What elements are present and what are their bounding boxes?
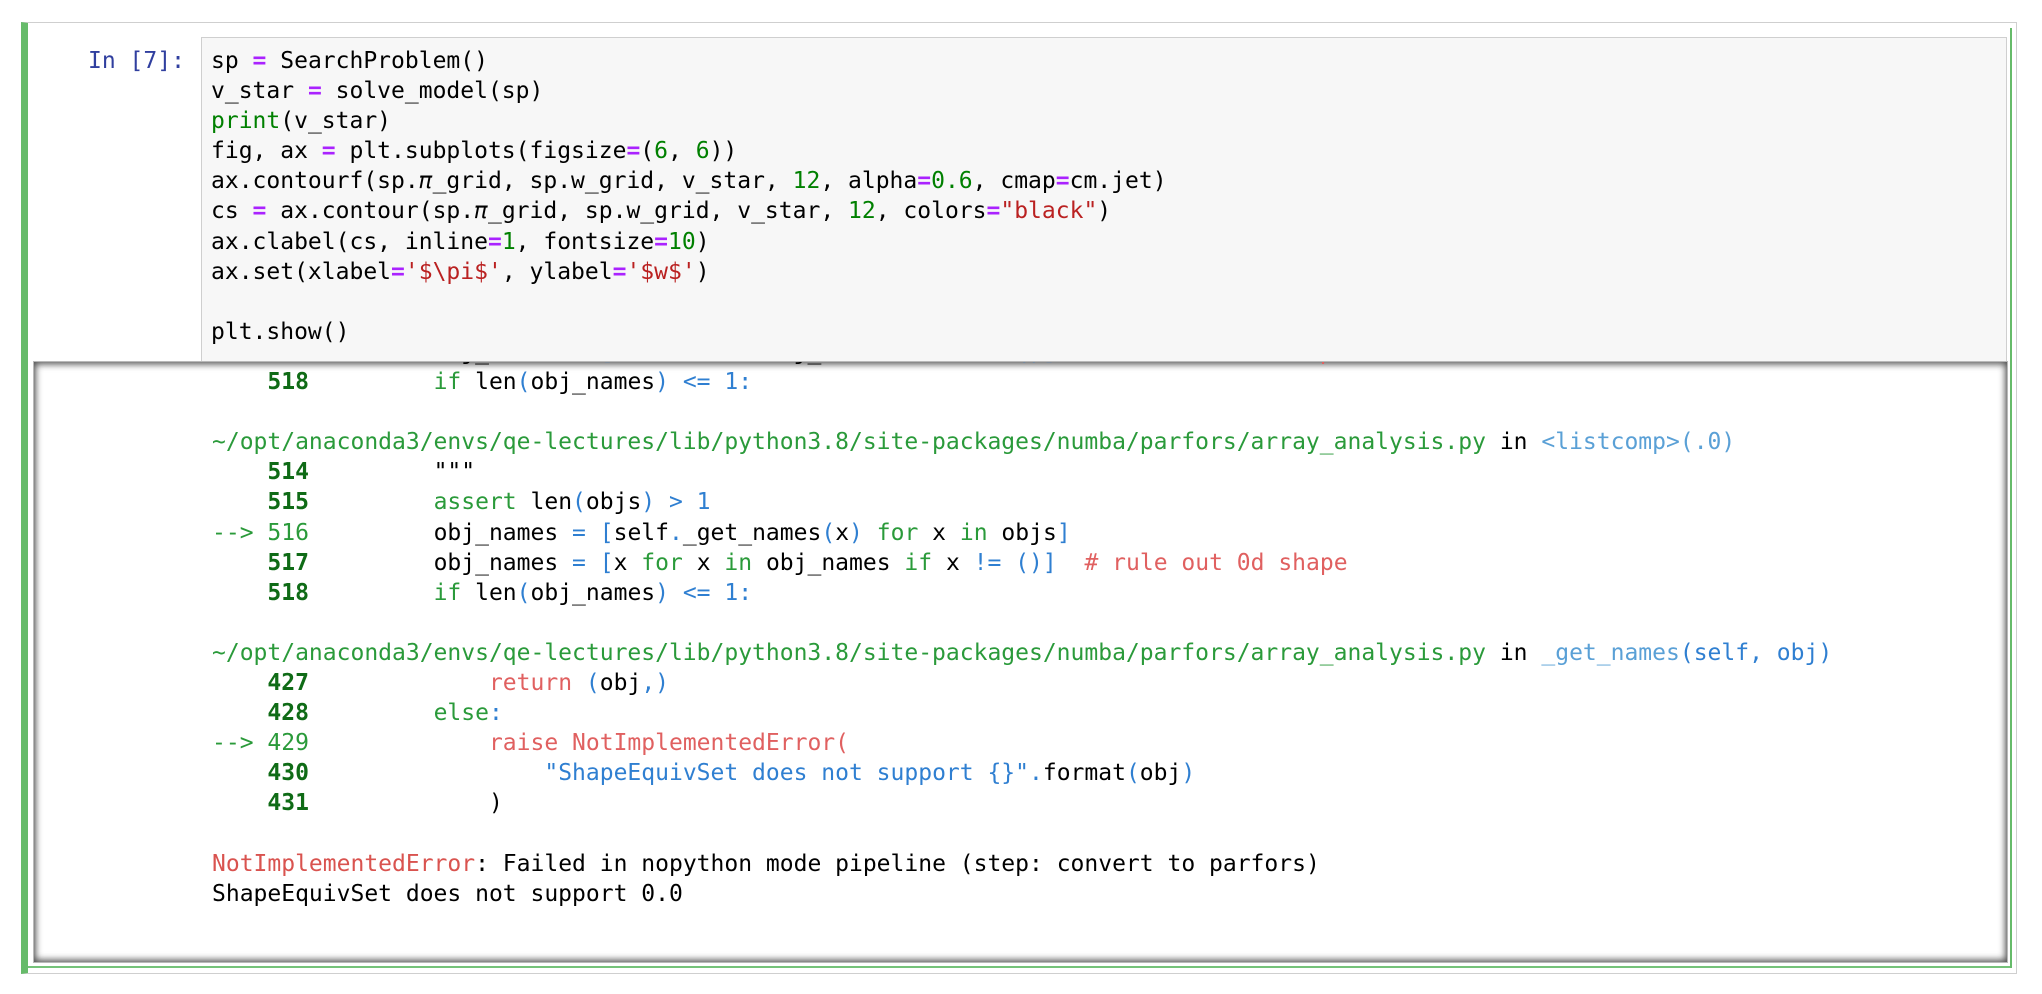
trace-line: 518 if len(obj_names) <= 1: [267, 579, 753, 606]
error-detail: ShapeEquivSet does not support 0.0 [212, 880, 683, 907]
code-line: cs = ax.contour(sp.π_grid, sp.w_grid, v_… [211, 198, 1112, 225]
code-line: ax.clabel(cs, inline=1, fontsize=10) [211, 228, 710, 255]
cell-focus-rule [2010, 28, 2012, 968]
trace-line: 518 if len(obj_names) <= 1: [267, 369, 753, 396]
code-line: ax.contourf(sp.π_grid, sp.w_grid, v_star… [211, 168, 1167, 195]
traceback: 517 obj_names = [x for x in obj_names if… [212, 362, 1833, 909]
file-path-link[interactable]: ~/opt/anaconda3/envs/qe-lectures/lib/pyt… [212, 429, 1486, 455]
code-input[interactable]: sp = SearchProblem() v_star = solve_mode… [211, 46, 1167, 347]
code-line: fig, ax = plt.subplots(figsize=(6, 6)) [211, 138, 738, 165]
file-path-link[interactable]: ~/opt/anaconda3/envs/qe-lectures/lib/pyt… [212, 640, 1486, 666]
trace-line: 431 ) [267, 790, 503, 817]
code-line: ax.set(xlabel='$\pi$', ylabel='$w$') [211, 258, 710, 285]
trace-line: 514 """ [267, 459, 476, 486]
code-line: v_star = solve_model(sp) [211, 78, 544, 105]
code-line: print(v_star) [211, 108, 392, 135]
trace-line: 517 obj_names = [x for x in obj_names if… [267, 549, 1348, 576]
trace-line: 428 else: [267, 700, 503, 727]
trace-line-current: --> 429 raise NotImplementedError( [212, 730, 849, 757]
output-area[interactable]: 517 obj_names = [x for x in obj_names if… [33, 361, 2008, 963]
error-line: NotImplementedError: Failed in nopython … [212, 851, 1320, 877]
trace-line-current: --> 516 obj_names = [self._get_names(x) … [212, 519, 1071, 546]
frame-header: ~/opt/anaconda3/envs/qe-lectures/lib/pyt… [212, 429, 1736, 456]
trace-line: 427 return (obj,) [267, 670, 670, 697]
code-line: plt.show() [211, 318, 350, 345]
code-line: sp = SearchProblem() [211, 48, 488, 74]
error-name: NotImplementedError [212, 850, 476, 877]
trace-line: 517 obj_names = [x for x in obj_names if… [212, 362, 1347, 365]
trace-line: 515 assert len(objs) > 1 [267, 489, 711, 516]
frame-header: ~/opt/anaconda3/envs/qe-lectures/lib/pyt… [212, 639, 1833, 666]
trace-line: 430 "ShapeEquivSet does not support {}".… [267, 760, 1196, 787]
cell-bottom-rule [28, 966, 2012, 968]
error-message: : Failed in nopython mode pipeline (step… [475, 850, 1320, 877]
input-prompt: In [7]: [88, 48, 185, 74]
